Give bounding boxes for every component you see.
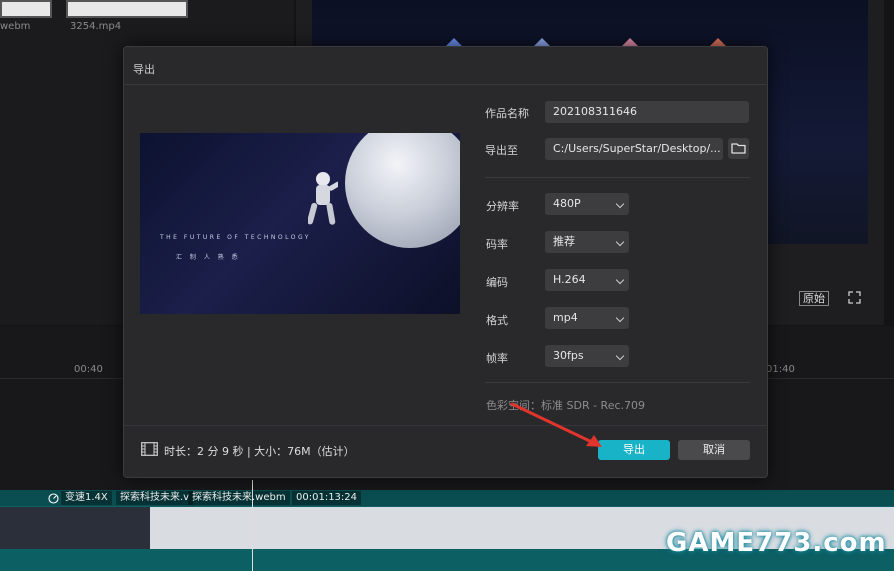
filmstrip-frame [150, 507, 203, 549]
cancel-button[interactable]: 取消 [678, 440, 750, 460]
setting-value: 推荐 [553, 235, 575, 248]
setting-value: 480P [553, 197, 581, 210]
setting-select[interactable]: 480P [545, 193, 629, 215]
dialog-title: 导出 [133, 63, 155, 76]
setting-value: mp4 [553, 311, 578, 324]
setting-label: 编码 [486, 276, 508, 289]
astronaut-graphic [308, 172, 338, 225]
setting-select[interactable]: 推荐 [545, 231, 629, 253]
moon-graphic [345, 133, 460, 248]
fullscreen-icon[interactable] [848, 291, 861, 304]
name-input[interactable]: 202108311646 [545, 101, 749, 123]
original-ratio-button[interactable]: 原始 [799, 291, 829, 306]
chevron-down-icon [615, 313, 625, 323]
speed-icon [48, 493, 59, 504]
divider [485, 382, 750, 383]
chevron-down-icon [615, 351, 625, 361]
clip-duration-label: 00:01:13:24 [292, 491, 362, 505]
media-file-label: webm [0, 21, 31, 32]
filmstrip-frame [250, 507, 303, 549]
folder-icon [731, 143, 746, 154]
cover-text: THE FUTURE OF TECHNOLOGY [160, 234, 311, 241]
setting-select[interactable]: 30fps [545, 345, 629, 367]
ruler-tick-label: 01:40 [766, 364, 795, 375]
setting-label: 码率 [486, 238, 508, 251]
ruler-tick-label: 00:40 [74, 364, 103, 375]
divider [124, 425, 766, 426]
annotation-arrow [510, 402, 602, 447]
cover-subtext: 汇 制 人 熟 悉 [176, 254, 241, 261]
path-input[interactable]: C:/Users/SuperStar/Desktop/... [545, 138, 723, 160]
path-label: 导出至 [485, 144, 518, 157]
divider [485, 177, 750, 178]
clip-name-label: 探索科技未来.webm [188, 491, 290, 505]
filmstrip-frame [450, 507, 503, 549]
chevron-down-icon [615, 275, 625, 285]
playhead[interactable] [252, 480, 253, 571]
setting-label: 帧率 [486, 352, 508, 365]
film-icon [141, 442, 158, 456]
filmstrip-frame [300, 507, 353, 549]
filmstrip-frame [500, 507, 553, 549]
setting-value: 30fps [553, 349, 584, 362]
media-thumbnail-1[interactable] [0, 0, 52, 18]
filmstrip-frame [100, 507, 153, 549]
cover-preview-image: THE FUTURE OF TECHNOLOGY 汇 制 人 熟 悉 [140, 133, 460, 314]
filmstrip-frame [200, 507, 253, 549]
setting-select[interactable]: H.264 [545, 269, 629, 291]
filmstrip-frame [350, 507, 403, 549]
media-file-label: 3254.mp4 [70, 21, 122, 32]
setting-select[interactable]: mp4 [545, 307, 629, 329]
filmstrip-frame [600, 507, 653, 549]
chevron-down-icon [615, 237, 625, 247]
export-info: 时长：2 分 9 秒 | 大小：76M（估计） [164, 445, 355, 458]
name-label: 作品名称 [485, 107, 529, 120]
watermark-logo: GAME773.com [666, 528, 887, 558]
filmstrip-frame [0, 507, 53, 549]
setting-value: H.264 [553, 273, 586, 286]
media-thumbnail-2[interactable] [66, 0, 188, 18]
divider [124, 84, 766, 85]
setting-label: 分辨率 [486, 200, 519, 213]
browse-folder-button[interactable] [728, 138, 749, 159]
clip-name-label: 探索科技未来.v [116, 491, 194, 505]
filmstrip-frame [550, 507, 603, 549]
filmstrip-frame [50, 507, 103, 549]
clip-speed-label: 变速1.4X [61, 491, 112, 505]
chevron-down-icon [615, 199, 625, 209]
setting-label: 格式 [486, 314, 508, 327]
filmstrip-frame [400, 507, 453, 549]
